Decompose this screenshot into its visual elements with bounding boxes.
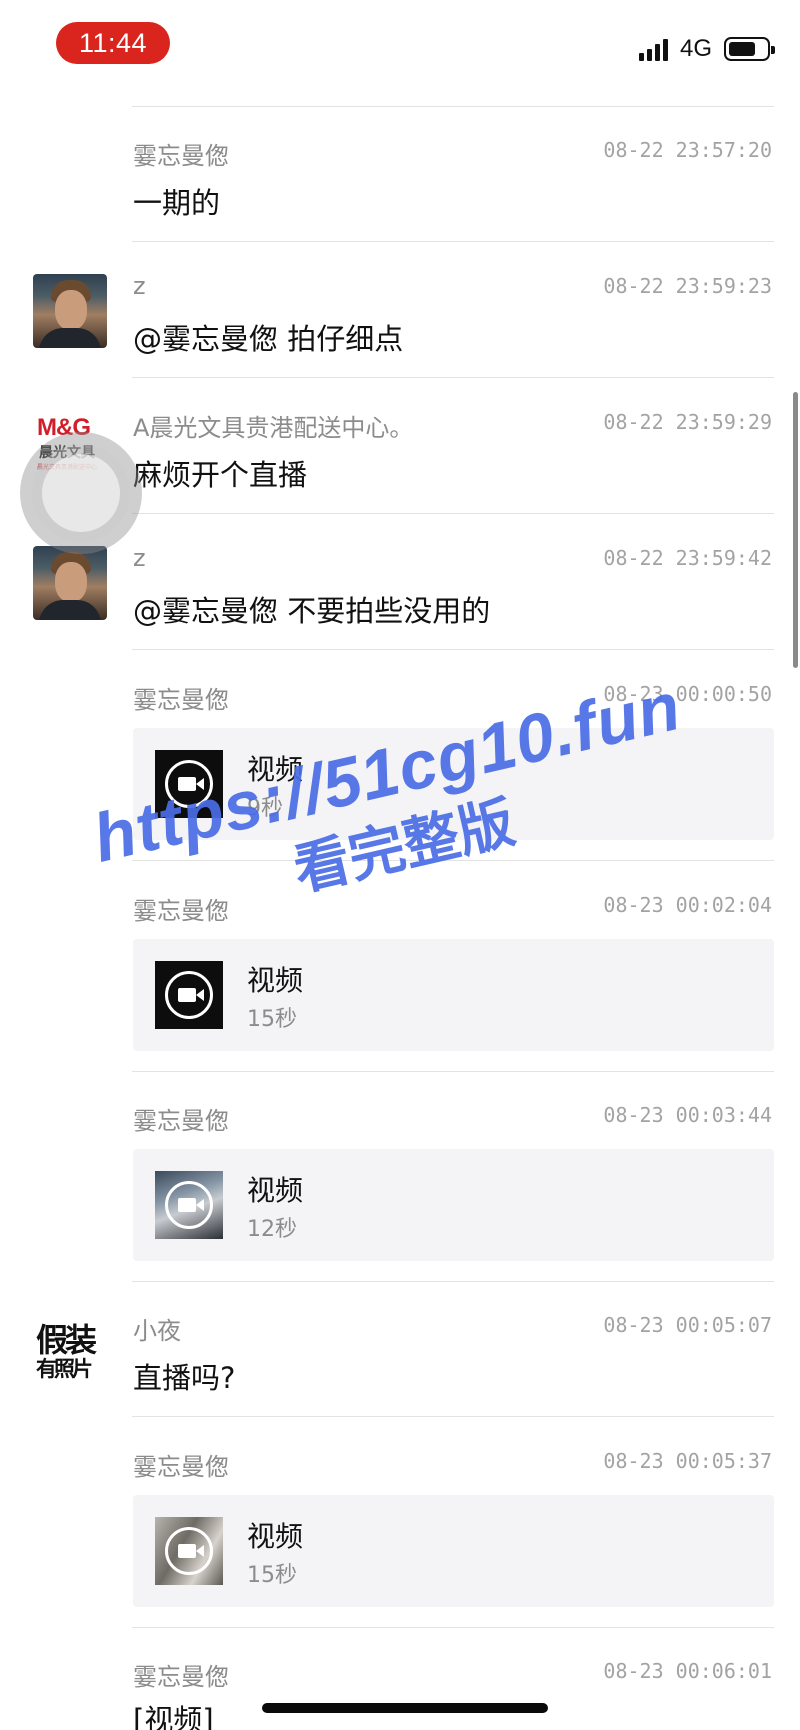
avatar[interactable]: 假装 有照片 (33, 1313, 107, 1387)
message-time: 08-23 00:06:01 (603, 1659, 772, 1683)
video-camera-icon (165, 1527, 213, 1575)
avatar[interactable] (33, 546, 107, 620)
divider (132, 860, 774, 861)
message-time: 08-22 23:59:29 (603, 410, 772, 434)
home-indicator[interactable] (262, 1703, 548, 1713)
video-duration: 15秒 (247, 1007, 297, 1032)
message-time: 08-22 23:57:20 (603, 138, 772, 162)
sender-name: 霎忘曼偬 (133, 897, 229, 925)
message-text: 直播吗? (133, 1361, 236, 1395)
sender-name: A晨光文具贵港配送中心。 (133, 414, 414, 442)
video-camera-icon (165, 760, 213, 808)
video-title: 视频 (247, 1520, 304, 1553)
sender-name: 霎忘曼偬 (133, 686, 229, 714)
message-text: @霎忘曼偬 不要拍些没用的 (133, 594, 491, 628)
divider (132, 241, 774, 242)
message-text: 一期的 (133, 186, 221, 220)
sender-name: 小夜 (133, 1317, 181, 1345)
video-thumbnail[interactable] (155, 750, 223, 818)
message-text: [视频] (133, 1703, 214, 1730)
sender-name: z (133, 544, 146, 572)
video-thumbnail[interactable] (155, 961, 223, 1029)
video-card[interactable]: 视频 9秒 (133, 728, 774, 840)
top-divider (132, 106, 774, 107)
video-title: 视频 (247, 1174, 304, 1207)
divider (132, 1071, 774, 1072)
video-camera-icon (165, 971, 213, 1019)
video-camera-icon (165, 1181, 213, 1229)
message-time: 08-23 00:05:07 (603, 1313, 772, 1337)
message-text: @霎忘曼偬 拍仔细点 (133, 322, 404, 356)
video-card[interactable]: 视频 15秒 (133, 939, 774, 1051)
video-title: 视频 (247, 753, 304, 786)
avatar[interactable] (33, 274, 107, 348)
video-card[interactable]: 视频 15秒 (133, 1495, 774, 1607)
divider (132, 1627, 774, 1628)
video-duration: 12秒 (247, 1217, 297, 1242)
video-duration: 15秒 (247, 1563, 297, 1588)
divider (132, 649, 774, 650)
sender-name: z (133, 272, 146, 300)
avatar-calligraphy-bottom: 有照片 (36, 1356, 93, 1381)
video-card[interactable]: 视频 12秒 (133, 1149, 774, 1261)
sender-name: 霎忘曼偬 (133, 142, 229, 170)
assistive-touch-icon (42, 454, 120, 532)
video-duration: 9秒 (247, 796, 283, 821)
video-thumbnail[interactable] (155, 1517, 223, 1585)
assistive-touch-button[interactable] (20, 432, 142, 554)
message-time: 08-23 00:03:44 (603, 1103, 772, 1127)
sender-name: 霎忘曼偬 (133, 1107, 229, 1135)
message-time: 08-22 23:59:23 (603, 274, 772, 298)
sender-name: 霎忘曼偬 (133, 1453, 229, 1481)
message-time: 08-23 00:02:04 (603, 893, 772, 917)
message-time: 08-22 23:59:42 (603, 546, 772, 570)
divider (132, 1281, 774, 1282)
divider (132, 1416, 774, 1417)
scrollbar[interactable] (793, 392, 798, 668)
divider (132, 513, 774, 514)
message-text: 麻烦开个直播 (133, 458, 308, 492)
divider (132, 377, 774, 378)
video-title: 视频 (247, 964, 304, 997)
chat-feed[interactable]: 霎忘曼偬 08-22 23:57:20 一期的 z 08-22 23:59:23… (0, 0, 800, 1730)
sender-name: 霎忘曼偬 (133, 1663, 229, 1691)
video-thumbnail[interactable] (155, 1171, 223, 1239)
message-time: 08-23 00:00:50 (603, 682, 772, 706)
message-time: 08-23 00:05:37 (603, 1449, 772, 1473)
